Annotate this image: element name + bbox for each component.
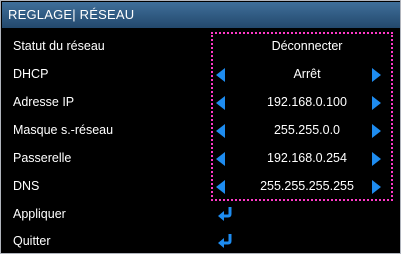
menu-row-subnet-mask[interactable]: Masque s.-réseau 255.255.0.0: [2, 116, 400, 144]
row-value: 192.168.0.254: [267, 151, 347, 165]
arrow-right-icon[interactable]: [372, 152, 381, 166]
menu-row-dns[interactable]: DNS 255.255.255.255: [2, 172, 400, 200]
arrow-right-icon[interactable]: [372, 180, 381, 194]
row-label: Adresse IP: [13, 95, 75, 109]
arrow-left-icon[interactable]: [216, 68, 225, 82]
row-label: Quitter: [13, 234, 51, 248]
row-label: DNS: [13, 179, 40, 193]
arrow-right-icon[interactable]: [372, 68, 381, 82]
menu-title: REGLAGE| RÉSEAU: [2, 2, 400, 28]
arrow-right-icon[interactable]: [372, 124, 381, 138]
arrow-left-icon[interactable]: [216, 96, 225, 110]
menu-row-ip-address[interactable]: Adresse IP 192.168.0.100: [2, 88, 400, 116]
menu-row-apply[interactable]: Appliquer: [2, 200, 400, 228]
menu-row-dhcp[interactable]: DHCP Arrêt: [2, 60, 400, 88]
enter-return-icon[interactable]: [217, 205, 235, 223]
menu-row-network-status[interactable]: Statut du réseau Déconnecter: [2, 32, 400, 60]
menu-row-quit[interactable]: Quitter: [2, 227, 400, 255]
row-value: Arrêt: [293, 67, 321, 81]
row-label: DHCP: [13, 67, 49, 81]
row-label: Appliquer: [13, 207, 66, 221]
row-value: 255.255.255.255: [260, 179, 354, 193]
arrow-left-icon[interactable]: [216, 152, 225, 166]
enter-return-icon[interactable]: [217, 232, 235, 250]
row-value: 192.168.0.100: [267, 95, 347, 109]
arrow-right-icon[interactable]: [372, 96, 381, 110]
network-settings-menu: REGLAGE| RÉSEAU Statut du réseau Déconne…: [0, 0, 401, 254]
row-label: Masque s.-réseau: [13, 123, 114, 137]
row-value: Déconnecter: [271, 39, 343, 53]
row-value: 255.255.0.0: [273, 123, 341, 137]
row-label: Passerelle: [13, 151, 72, 165]
arrow-left-icon[interactable]: [216, 124, 225, 138]
row-label: Statut du réseau: [13, 39, 105, 53]
menu-row-gateway[interactable]: Passerelle 192.168.0.254: [2, 144, 400, 172]
arrow-left-icon[interactable]: [216, 180, 225, 194]
